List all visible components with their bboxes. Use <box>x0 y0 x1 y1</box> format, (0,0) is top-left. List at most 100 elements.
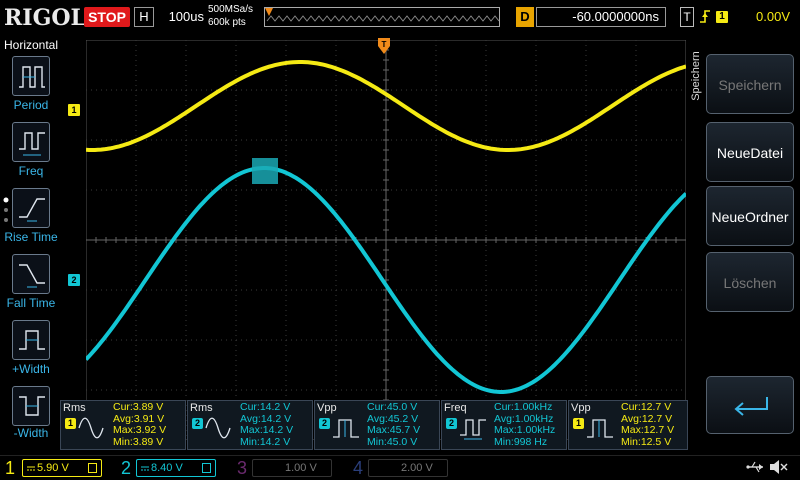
sidebar-item-freq[interactable] <box>12 122 50 162</box>
speaker-muted-icon[interactable] <box>768 459 788 475</box>
sidebar-title: Horizontal <box>3 38 59 52</box>
horizontal-measure-sidebar: Horizontal Period Freq Rise Time Fall Ti… <box>0 36 62 454</box>
top-status-bar: RIGOL STOP H 100us 500MSa/s 600k pts D -… <box>0 0 800 36</box>
measurement-values: Cur:1.00kHz Avg:1.00kHz Max:1.00kHz Min:… <box>494 401 556 448</box>
measurement-name: Vpp <box>571 402 591 414</box>
dc-coupling-icon <box>141 466 149 471</box>
panel-title-text: Speichern <box>690 51 702 101</box>
run-stop-indicator[interactable]: STOP <box>84 7 130 27</box>
channel-scale-value: 8.40 V <box>151 462 183 474</box>
delay-value[interactable]: -60.0000000ns <box>536 7 666 27</box>
measurement-item[interactable]: Vpp 2 Cur:45.0 V Avg:45.2 V Max:45.7 V M… <box>314 400 440 450</box>
measurement-channel-badge: 2 <box>319 418 330 429</box>
measurement-cur: Cur:14.2 V <box>240 401 291 413</box>
waveform-display[interactable] <box>86 40 686 440</box>
fall-time-icon <box>19 264 45 288</box>
delete-button[interactable]: Löschen <box>706 252 794 312</box>
freq-icon <box>19 132 45 156</box>
delay-label[interactable]: D <box>516 7 534 27</box>
measurement-min: Min:45.0 V <box>367 435 418 448</box>
channel-scale-value: 2.00 V <box>401 462 433 474</box>
measurement-cur: Cur:1.00kHz <box>494 401 553 413</box>
channel-status-bar: 1 5.90 V 2 8.40 V 3 1.00 V 4 2.00 V <box>0 455 800 480</box>
measurement-item[interactable]: Vpp 1 Cur:12.7 V Avg:12.7 V Max:12.7 V M… <box>568 400 688 450</box>
sidebar-item-label: Period <box>13 98 49 112</box>
measurement-channel-badge: 2 <box>446 418 457 429</box>
channel-1-number[interactable]: 1 <box>2 457 18 479</box>
rise-time-icon <box>19 198 45 222</box>
period-icon <box>19 66 45 88</box>
timebase-label[interactable]: H <box>134 7 154 27</box>
sidebar-item-rise-time[interactable] <box>12 188 50 228</box>
measurement-min: Min:998 Hz <box>494 435 548 448</box>
sidebar-item-fall-time[interactable] <box>12 254 50 294</box>
memory-overview-bar[interactable] <box>264 7 500 27</box>
trigger-level[interactable]: 0.00V <box>734 7 790 27</box>
measurement-values: Cur:3.89 V Avg:3.91 V Max:3.92 V Min:3.8… <box>113 401 166 448</box>
channel-2-number[interactable]: 2 <box>118 457 134 479</box>
measurement-channel-badge: 2 <box>192 418 203 429</box>
timebase-value[interactable]: 100us <box>158 8 204 26</box>
rms-sine-icon <box>205 417 231 439</box>
sidebar-item-label: +Width <box>12 362 50 376</box>
vpp-pulse-icon <box>587 419 613 438</box>
measurement-channel-badge: 1 <box>573 418 584 429</box>
trigger-source-badge[interactable]: 1 <box>716 11 728 23</box>
channel-1-offset-marker[interactable]: 1 <box>68 104 80 116</box>
measurement-max: Max:45.7 V <box>367 424 421 436</box>
sidebar-item-period[interactable] <box>12 56 50 96</box>
channel-3-number[interactable]: 3 <box>234 457 250 479</box>
trigger-marker-letter: T <box>382 40 387 49</box>
channel-scale-value: 5.90 V <box>37 462 69 474</box>
enter-button[interactable] <box>706 376 794 434</box>
vpp-pulse-icon <box>333 419 359 438</box>
new-file-button[interactable]: NeueDatei <box>706 122 794 182</box>
bandwidth-limit-icon <box>88 463 97 473</box>
trigger-position-marker-icon[interactable]: T <box>378 38 390 56</box>
channel-scale-value: 1.00 V <box>285 462 317 474</box>
neg-width-icon <box>19 396 45 416</box>
rms-sine-icon <box>78 417 104 439</box>
measurement-bar: Rms 1 Cur:3.89 V Avg:3.91 V Max:3.92 V M… <box>60 400 688 450</box>
measurement-cur: Cur:45.0 V <box>367 401 418 413</box>
memory-waveform-preview <box>266 15 499 22</box>
channel-4-scale[interactable]: 2.00 V <box>368 459 448 477</box>
acquisition-info: 500MSa/s 600k pts <box>208 3 260 31</box>
sidebar-item-label: Freq <box>18 164 44 178</box>
measurement-name: Vpp <box>317 402 337 414</box>
channel-2-persistence-blob <box>252 158 278 184</box>
measurement-min: Min:3.89 V <box>113 435 164 448</box>
measurement-values: Cur:45.0 V Avg:45.2 V Max:45.7 V Min:45.… <box>367 401 421 448</box>
trigger-label[interactable]: T <box>680 7 694 27</box>
channel-2-scale[interactable]: 8.40 V <box>136 459 216 477</box>
measurement-values: Cur:14.2 V Avg:14.2 V Max:14.2 V Min:14.… <box>240 401 294 448</box>
measurement-item[interactable]: Rms 1 Cur:3.89 V Avg:3.91 V Max:3.92 V M… <box>60 400 186 450</box>
measurement-cur: Cur:3.89 V <box>113 401 164 413</box>
dc-coupling-icon <box>27 466 35 471</box>
measurement-max: Max:1.00kHz <box>494 424 556 436</box>
channel-2-offset-marker[interactable]: 2 <box>68 274 80 286</box>
bandwidth-limit-icon <box>202 463 211 473</box>
measurement-item[interactable]: Freq 2 Cur:1.00kHz Avg:1.00kHz Max:1.00k… <box>441 400 567 450</box>
usb-icon <box>746 461 763 473</box>
new-folder-button[interactable]: NeueOrdner <box>706 186 794 246</box>
enter-arrow-icon <box>734 397 768 416</box>
sidebar-item-label: Rise Time <box>4 230 58 244</box>
channel-3-scale[interactable]: 1.00 V <box>252 459 332 477</box>
channel-4-number[interactable]: 4 <box>350 457 366 479</box>
sidebar-item-pos-width[interactable] <box>12 320 50 360</box>
panel-title: Speichern <box>688 40 704 120</box>
measurement-channel-badge: 1 <box>65 418 76 429</box>
sidebar-item-neg-width[interactable] <box>12 386 50 426</box>
measurement-max: Max:12.7 V <box>621 424 675 436</box>
measurement-name: Rms <box>63 402 86 414</box>
channel-1-scale[interactable]: 5.90 V <box>22 459 102 477</box>
pos-width-icon <box>19 330 45 350</box>
measurement-min: Min:14.2 V <box>240 435 291 448</box>
measurement-item[interactable]: Rms 2 Cur:14.2 V Avg:14.2 V Max:14.2 V M… <box>187 400 313 450</box>
brand-logo: RIGOL <box>4 5 86 31</box>
save-button[interactable]: Speichern <box>706 54 794 114</box>
freq-pulse-icon <box>460 419 486 440</box>
measurement-max: Max:14.2 V <box>240 424 294 436</box>
memory-trigger-marker-icon <box>265 8 273 16</box>
